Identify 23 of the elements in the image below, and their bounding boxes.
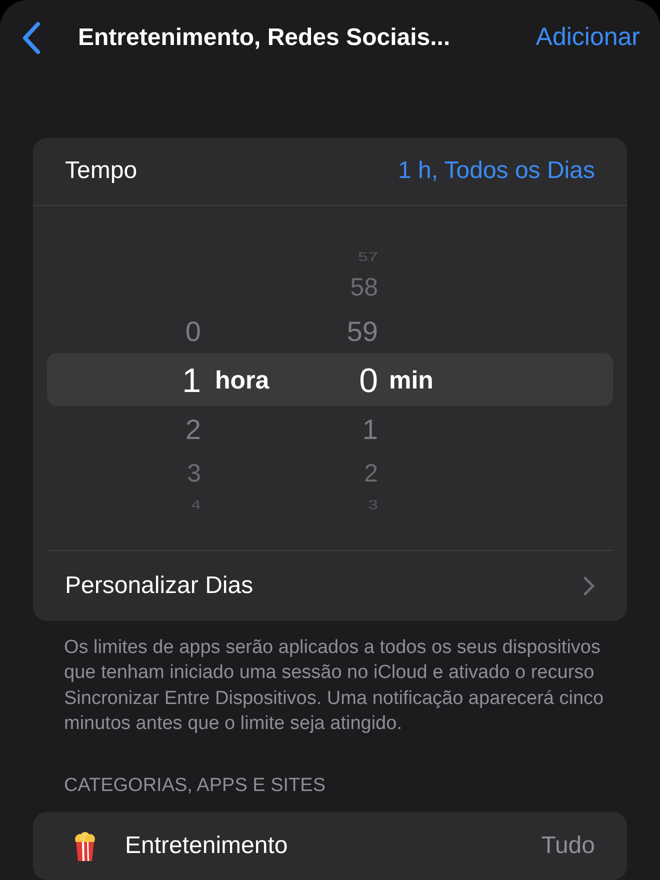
category-value: Tudo — [541, 831, 595, 861]
back-icon[interactable] — [20, 20, 42, 55]
picker-value[interactable]: 2 — [364, 461, 378, 486]
unit-label: min — [389, 368, 434, 393]
time-value[interactable]: 1 h, Todos os Dias — [398, 153, 595, 189]
add-button[interactable]: Adicionar — [536, 19, 640, 56]
section-header: CATEGORIAS, APPS E SITES — [64, 774, 327, 798]
category-name[interactable]: Entretenimento — [125, 828, 288, 864]
popcorn-icon — [73, 831, 97, 861]
footnote: Os limites de apps serão aplicados a todos os seus dispositivos que tenham iniciado uma sessão no iCloud e ativado o recurso Sincronizar Entre Dispositivos. Uma notificação aparecerá cinco minutos antes que o limite seja atingido. — [64, 636, 605, 736]
picker-value[interactable]: 0 — [359, 364, 378, 398]
picker-value[interactable]: 1 — [182, 364, 201, 398]
picker-value[interactable]: 2 — [185, 416, 201, 444]
picker-value[interactable]: 58 — [350, 275, 378, 300]
nav-title: Entretenimento, Redes Sociais... — [78, 22, 450, 53]
picker-value[interactable]: 3 — [187, 461, 201, 486]
time-label: Tempo — [65, 156, 138, 186]
picker-value[interactable]: 0 — [185, 318, 201, 346]
picker-value[interactable]: 1 — [362, 416, 378, 444]
chevron-icon — [583, 576, 595, 596]
picker-value[interactable]: 59 — [346, 318, 378, 346]
customize-days-label[interactable]: Personalizar Dias — [65, 568, 254, 604]
unit-label: hora — [215, 368, 270, 393]
